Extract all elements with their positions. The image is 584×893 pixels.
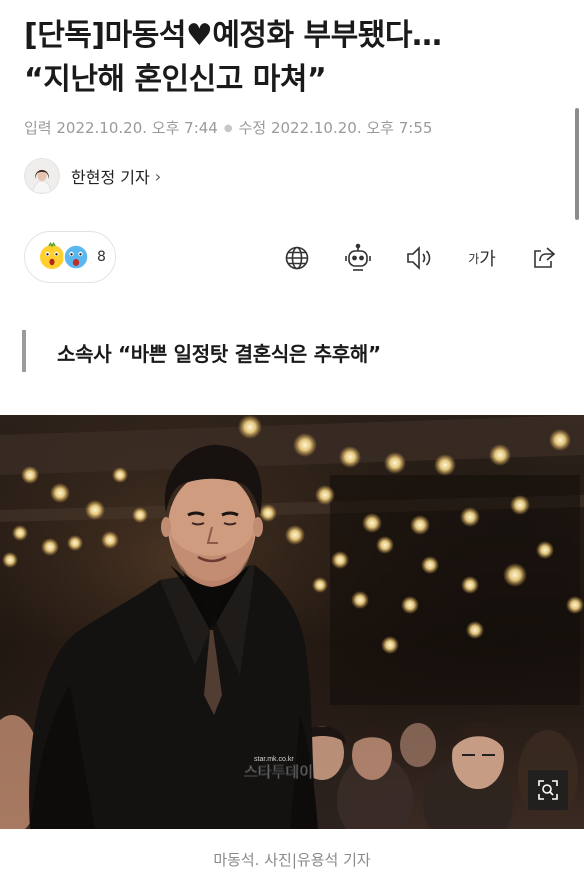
- quote-bar: [22, 330, 26, 372]
- modified-date: 수정 2022.10.20. 오후 7:55: [238, 119, 433, 137]
- reaction-count: 8: [97, 249, 106, 265]
- robot-icon: [345, 243, 371, 271]
- language-button[interactable]: [281, 242, 313, 274]
- author-name: 한현정 기자: [71, 168, 150, 187]
- globe-icon: [285, 246, 309, 270]
- article-title: [단독]마동석♥예정화 부부됐다… “지난해 혼인신고 마쳐”: [24, 14, 564, 102]
- zoom-icon: [538, 780, 558, 800]
- article-subheading: 소속사 “바쁜 일정탓 결혼식은 추후해”: [57, 342, 381, 366]
- speaker-icon: [407, 246, 431, 270]
- share-button[interactable]: [528, 242, 560, 274]
- date-separator: ●: [223, 123, 233, 134]
- author-avatar: [24, 158, 60, 194]
- article-dates: 입력 2022.10.20. 오후 7:44 ● 수정 2022.10.20. 오후…: [24, 117, 432, 138]
- font-size-large-label: 가: [479, 249, 496, 270]
- zoom-button[interactable]: [528, 770, 568, 810]
- font-size-small-label: 가: [468, 251, 480, 266]
- watermark-brand: 스타투데이: [244, 763, 313, 781]
- share-icon: [534, 247, 556, 268]
- article-title-line1: [단독]마동석♥예정화 부부됐다…: [24, 18, 442, 53]
- summary-button[interactable]: [342, 242, 374, 274]
- watermark-url: star.mk.co.kr: [254, 756, 294, 763]
- published-date: 입력 2022.10.20. 오후 7:44: [24, 119, 218, 137]
- scrollbar[interactable]: [575, 108, 579, 220]
- scared-emoji-icon: [61, 242, 91, 272]
- article-photo[interactable]: star.mk.co.kr 스타투데이: [0, 415, 584, 829]
- photo-caption: 마동석. 사진|유용석 기자: [213, 851, 371, 869]
- reaction-button[interactable]: 8: [24, 231, 116, 283]
- font-size-button[interactable]: 가가: [462, 242, 502, 274]
- chevron-right-icon: ›: [154, 166, 162, 186]
- author-link[interactable]: 한현정 기자 ›: [24, 158, 161, 194]
- listen-button[interactable]: [404, 242, 436, 274]
- article-title-line2: “지난해 혼인신고 마쳐”: [24, 62, 327, 97]
